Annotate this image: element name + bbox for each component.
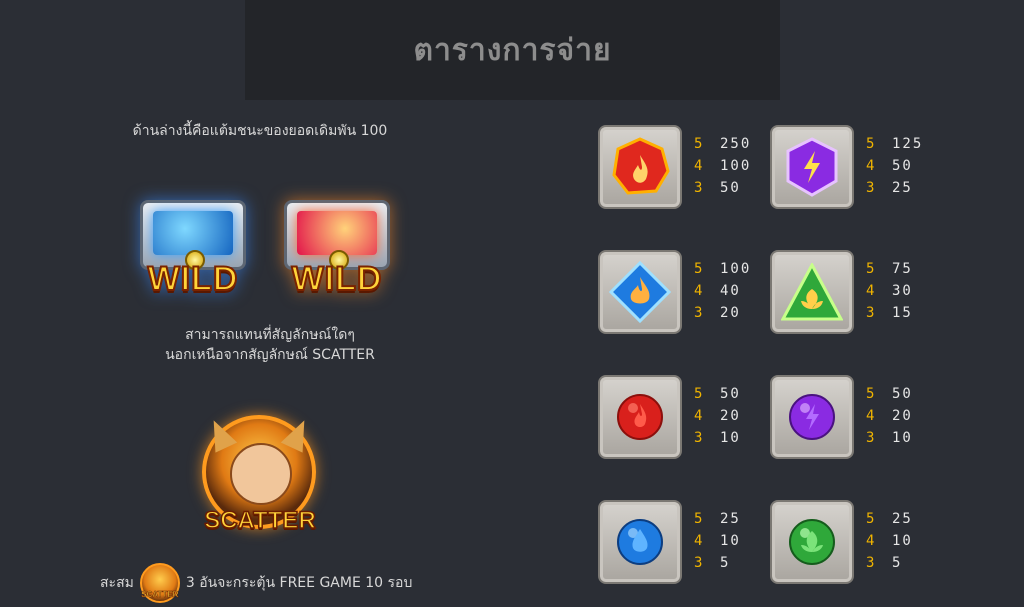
payout-value: 20: [720, 305, 741, 321]
green-leaf-orb-icon: [787, 517, 837, 567]
mini-scatter-label: SCATTER: [141, 589, 179, 599]
match-count: 4: [694, 533, 703, 549]
match-count: 3: [866, 305, 875, 321]
payout-value: 125: [892, 136, 924, 152]
payout-value: 50: [892, 386, 913, 402]
wild-description-line: นอกเหนือจากสัญลักษณ์ SCATTER: [165, 347, 375, 363]
match-count: 3: [866, 180, 875, 196]
mini-scatter-icon: SCATTER: [139, 562, 180, 603]
purple-lightning-orb-icon: [787, 392, 837, 442]
payout-value: 50: [720, 180, 741, 196]
payout-value: 5: [720, 555, 731, 571]
match-count: 4: [866, 158, 875, 174]
payout-list: 5 25 4 10 3 5: [694, 508, 741, 574]
match-count: 5: [866, 511, 875, 527]
payout-list: 5 25 4 10 3 5: [866, 508, 913, 574]
red-fire-gem-icon: [610, 137, 670, 197]
wild-label: WILD: [291, 259, 383, 299]
blue-water-orb-icon: [615, 517, 665, 567]
payout-value: 100: [720, 261, 752, 277]
payout-value: 25: [892, 511, 913, 527]
payout-list: 5 125 4 50 3 25: [866, 133, 923, 199]
match-count: 5: [694, 136, 703, 152]
payout-list: 5 50 4 20 3 10: [866, 383, 913, 449]
payout-value: 250: [720, 136, 752, 152]
intro-text: ด้านล่างนี้คือแต้มชนะของยอดเดิมพัน 100: [132, 123, 388, 139]
page-title: ตารางการจ่าย: [413, 32, 612, 68]
payout-list: 5 50 4 20 3 10: [694, 383, 741, 449]
wild-label: WILD: [147, 259, 239, 299]
payout-value: 100: [720, 158, 752, 174]
payout-value: 75: [892, 261, 913, 277]
wild-blue-symbol: WILD: [128, 190, 258, 310]
payout-value: 25: [720, 511, 741, 527]
wild-description-line: สามารถแทนที่สัญลักษณ์ใดๆ: [185, 327, 355, 343]
match-count: 4: [694, 158, 703, 174]
payout-value: 25: [892, 180, 913, 196]
payout-list: 5 100 4 40 3 20: [694, 258, 751, 324]
scatter-desc-suffix: 3 อันจะกระตุ้น FREE GAME 10 รอบ: [185, 574, 413, 591]
match-count: 3: [694, 180, 703, 196]
match-count: 3: [866, 555, 875, 571]
match-count: 3: [694, 305, 703, 321]
payout-value: 5: [892, 555, 903, 571]
payout-value: 10: [892, 430, 913, 446]
match-count: 5: [694, 511, 703, 527]
payout-value: 15: [892, 305, 913, 321]
scatter-description: สะสม SCATTER 3 อันจะกระตุ้น FREE GAME 10…: [100, 560, 412, 605]
payout-value: 10: [720, 430, 741, 446]
scatter-symbol: SCATTER: [190, 415, 330, 545]
scatter-label: SCATTER: [203, 506, 316, 535]
paytable-symbol: 5 50 4 20 3 10: [770, 375, 1024, 465]
match-count: 5: [866, 136, 875, 152]
blue-water-gem-icon: [609, 261, 671, 323]
match-count: 4: [866, 408, 875, 424]
red-fire-orb-icon: [615, 392, 665, 442]
match-count: 4: [694, 283, 703, 299]
payout-value: 50: [720, 386, 741, 402]
header-bar: ตารางการจ่าย: [245, 0, 780, 100]
match-count: 3: [694, 430, 703, 446]
wild-red-symbol: WILD: [272, 190, 402, 310]
payout-value: 20: [720, 408, 741, 424]
payout-value: 10: [892, 533, 913, 549]
match-count: 5: [866, 386, 875, 402]
match-count: 5: [694, 261, 703, 277]
payout-value: 40: [720, 283, 741, 299]
match-count: 4: [694, 408, 703, 424]
character-face-icon: [230, 443, 292, 505]
payout-list: 5 75 4 30 3 15: [866, 258, 913, 324]
payout-value: 30: [892, 283, 913, 299]
payout-value: 20: [892, 408, 913, 424]
paytable-symbol: 5 25 4 10 3 5: [770, 500, 1024, 590]
scatter-desc-prefix: สะสม: [100, 574, 134, 591]
payout-value: 10: [720, 533, 741, 549]
paytable-symbol: 5 125 4 50 3 25: [770, 125, 1024, 215]
match-count: 5: [866, 261, 875, 277]
match-count: 3: [694, 555, 703, 571]
match-count: 3: [866, 430, 875, 446]
payout-value: 50: [892, 158, 913, 174]
wild-description: สามารถแทนที่สัญลักษณ์ใดๆ นอกเหนือจากสัญล…: [105, 325, 435, 365]
match-count: 5: [694, 386, 703, 402]
paytable-symbol: 5 75 4 30 3 15: [770, 250, 1024, 340]
match-count: 4: [866, 283, 875, 299]
purple-lightning-gem-icon: [782, 137, 842, 197]
green-leaf-gem-icon: [781, 263, 843, 321]
match-count: 4: [866, 533, 875, 549]
payout-list: 5 250 4 100 3 50: [694, 133, 751, 199]
